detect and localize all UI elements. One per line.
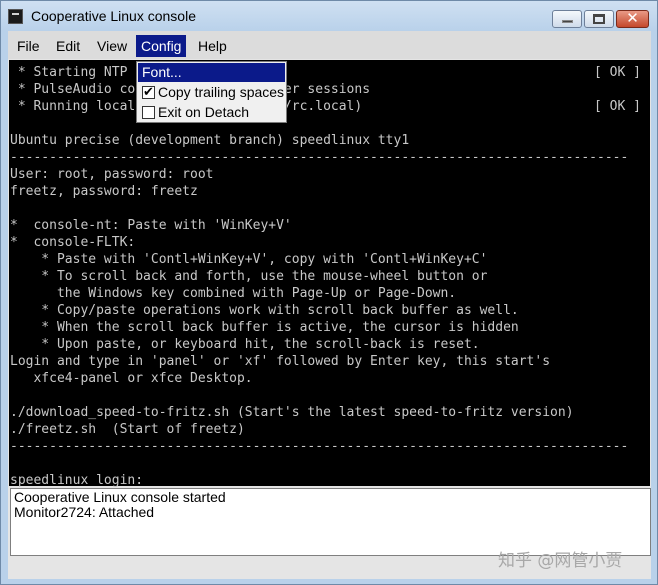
copy-trailing-spaces-checkbox[interactable]: ✔: [142, 85, 155, 100]
terminal-line: freetz, password: freetz: [10, 184, 198, 199]
console-window: Cooperative Linux console ✕ File Edit Vi…: [0, 0, 658, 585]
menu-view[interactable]: View: [92, 35, 132, 57]
boot-status-ok: [ OK ]: [594, 65, 641, 80]
title-bar[interactable]: Cooperative Linux console ✕: [1, 1, 657, 31]
menu-item-font-label: Font...: [142, 64, 182, 80]
terminal-line: * When the scroll back buffer is active,…: [10, 320, 519, 335]
log-line: Cooperative Linux console started: [14, 489, 226, 505]
close-button[interactable]: ✕: [616, 9, 649, 28]
close-icon: ✕: [626, 9, 639, 27]
terminal-line: * console-nt: Paste with 'WinKey+V': [10, 218, 292, 233]
terminal-line: the Windows key combined with Page-Up or…: [10, 286, 457, 301]
terminal-line: ./download_speed-to-fritz.sh (Start's th…: [10, 405, 574, 420]
terminal-line: * console-FLTK:: [10, 235, 136, 250]
exit-on-detach-checkbox[interactable]: [142, 106, 155, 119]
menu-file[interactable]: File: [12, 35, 45, 57]
menu-help[interactable]: Help: [193, 35, 232, 57]
maximize-button[interactable]: [584, 10, 614, 28]
minimize-icon: [562, 20, 573, 23]
config-dropdown-menu: Font... ✔ Copy trailing spaces Exit on D…: [136, 61, 287, 123]
menu-item-copy-trailing-spaces[interactable]: ✔ Copy trailing spaces: [138, 83, 285, 102]
terminal-line: * To scroll back and forth, use the mous…: [10, 269, 488, 284]
maximize-icon: [593, 14, 605, 24]
terminal-line: speedlinux login:: [10, 473, 144, 488]
watermark-text: 知乎 @网管小贾: [498, 551, 623, 571]
menu-bar: File Edit View Config Help: [8, 31, 651, 59]
menu-edit[interactable]: Edit: [51, 35, 85, 57]
terminal-line: xfce4-panel or xfce Desktop.: [10, 371, 253, 386]
terminal-line: ./freetz.sh (Start of freetz): [10, 422, 245, 437]
terminal-line: * Copy/paste operations work with scroll…: [10, 303, 519, 318]
terminal-line: Ubuntu precise (development branch) spee…: [10, 133, 410, 148]
minimize-button[interactable]: [552, 10, 582, 28]
terminal-line: User: root, password: root: [10, 167, 214, 182]
terminal-line: * Upon paste, or keyboard hit, the scrol…: [10, 337, 480, 352]
terminal-line: ----------------------------------------…: [10, 150, 629, 165]
terminal-line: * Paste with 'Contl+WinKey+V', copy with…: [10, 252, 488, 267]
menu-item-copy-trailing-spaces-label: Copy trailing spaces: [158, 84, 285, 100]
boot-status-ok: [ OK ]: [594, 99, 641, 114]
terminal-line: ----------------------------------------…: [10, 439, 629, 454]
window-title: Cooperative Linux console: [31, 8, 196, 24]
window-client-area: File Edit View Config Help [ OK ] [ OK ]…: [8, 31, 651, 579]
log-line: Monitor2724: Attached: [14, 504, 155, 520]
menu-config[interactable]: Config: [136, 35, 187, 57]
menu-item-exit-on-detach-label: Exit on Detach: [158, 104, 250, 120]
menu-item-exit-on-detach[interactable]: Exit on Detach: [138, 103, 285, 122]
terminal-line: Login and type in 'panel' or 'xf' follow…: [10, 354, 551, 369]
terminal-screen[interactable]: [ OK ] [ OK ] * Starting NTP server ntpd…: [9, 60, 650, 488]
checkmark-icon: ✔: [143, 85, 154, 100]
console-app-icon: [8, 9, 23, 24]
menu-item-font[interactable]: Font...: [138, 63, 285, 82]
